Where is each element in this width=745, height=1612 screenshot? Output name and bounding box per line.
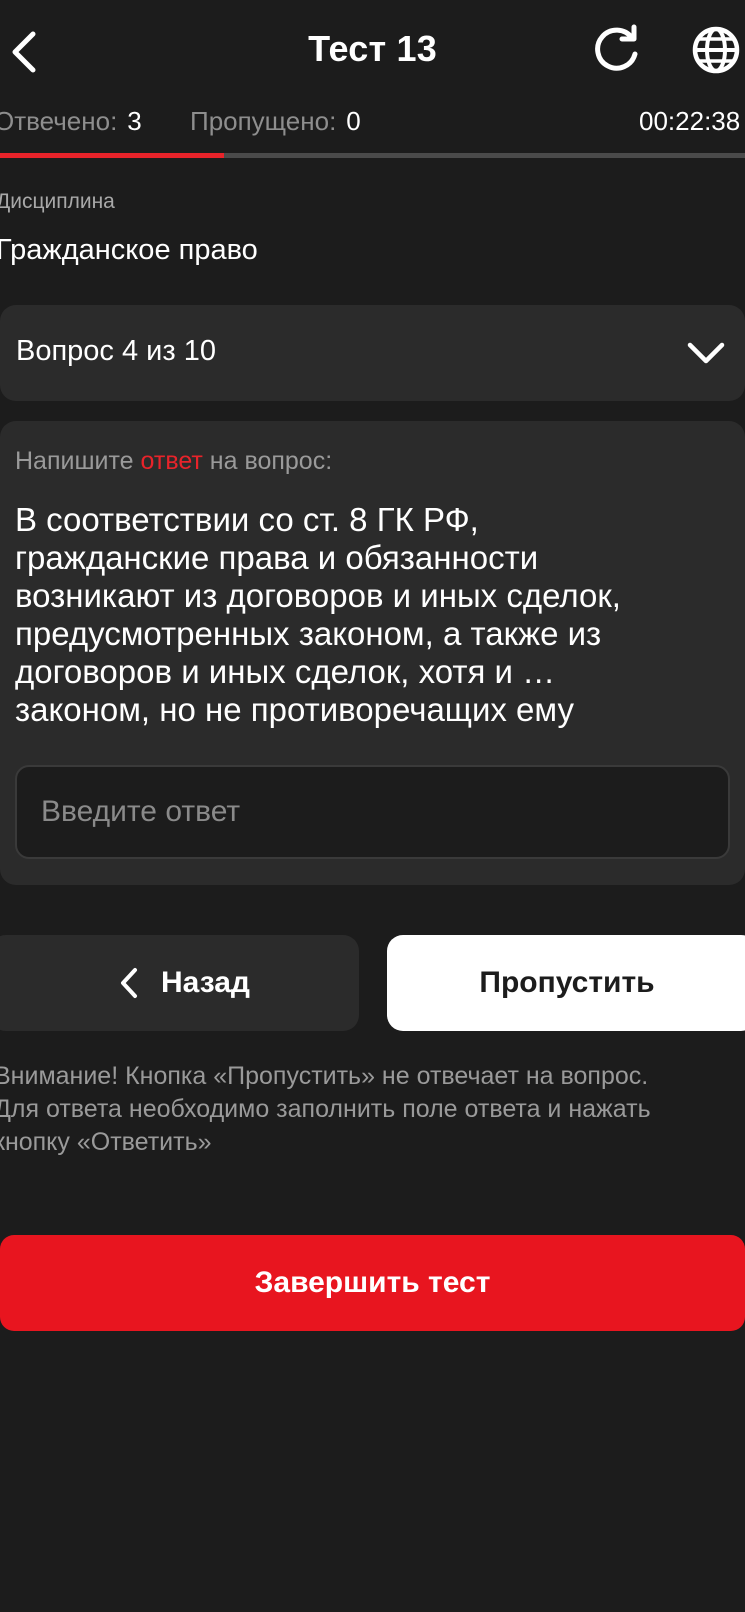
question-selector[interactable]: Вопрос 4 из 10: [0, 305, 745, 401]
question-selector-label: Вопрос 4 из 10: [16, 335, 216, 367]
timer: 00:22:38: [639, 106, 741, 136]
finish-test-button[interactable]: Завершить тест: [0, 1235, 745, 1331]
chevron-left-icon: [121, 968, 138, 998]
finish-test-label: Завершить тест: [254, 1266, 491, 1299]
warning-line: Внимание! Кнопка «Пропустить» не отвечае…: [0, 1062, 649, 1090]
question-line: договоров и иных сделок, хотя и …: [15, 653, 556, 690]
discipline-value: Гражданское право: [0, 234, 258, 266]
question-card: Напишите ответ на вопрос: В соответствии…: [0, 421, 745, 885]
progress-bar: [0, 153, 745, 158]
refresh-icon: [595, 24, 638, 71]
language-button[interactable]: [690, 24, 745, 80]
warning-line: кнопку «Ответить»: [0, 1128, 212, 1156]
skip-label: Пропустить: [479, 966, 655, 999]
warning-line: Для ответа необходимо заполнить поле отв…: [0, 1095, 651, 1123]
question-line: законом, но не противоречащих ему: [15, 691, 574, 728]
skip-button[interactable]: Пропустить: [387, 935, 745, 1031]
answered-counter: Отвечено: 3: [0, 106, 142, 137]
answered-value: 3: [127, 106, 142, 136]
instruction-text-before: Напишите: [15, 447, 141, 475]
globe-icon: [692, 26, 740, 74]
instruction-text-after: на вопрос:: [202, 447, 333, 475]
skipped-counter: Пропущено: 0: [190, 106, 361, 137]
status-row: Отвечено: 3 Пропущено: 0 00:22:38: [0, 106, 745, 140]
question-text: В соответствии со ст. 8 ГК РФ, гражданск…: [15, 501, 730, 729]
question-line: предусмотренных законом, а также из: [15, 615, 602, 652]
question-line: возникают из договоров и иных сделок,: [15, 577, 621, 614]
progress-bar-fill: [0, 153, 224, 158]
skip-warning: Внимание! Кнопка «Пропустить» не отвечае…: [0, 1060, 745, 1159]
question-instruction: Напишите ответ на вопрос:: [15, 447, 332, 476]
question-line: гражданские права и обязанности: [15, 539, 539, 576]
back-nav-label: Назад: [161, 966, 250, 999]
skipped-value: 0: [346, 106, 361, 136]
discipline-label: Дисциплина: [0, 190, 115, 213]
refresh-button[interactable]: [588, 24, 644, 80]
back-nav-button[interactable]: Назад: [0, 935, 359, 1031]
answer-input[interactable]: [15, 765, 730, 859]
skipped-label: Пропущено:: [190, 106, 337, 136]
chevron-down-icon: [687, 342, 725, 364]
answered-label: Отвечено:: [0, 106, 118, 136]
instruction-accent: ответ: [140, 447, 203, 475]
question-line: В соответствии со ст. 8 ГК РФ,: [15, 501, 479, 538]
